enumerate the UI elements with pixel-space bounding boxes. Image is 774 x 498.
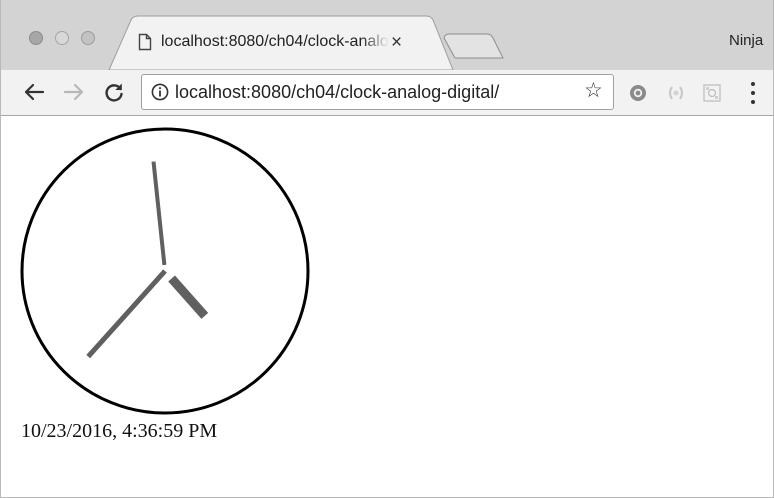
reload-button[interactable] [101,79,127,105]
digital-time: 10/23/2016, 4:36:59 PM [21,420,218,442]
back-button[interactable] [21,79,47,105]
reload-icon [105,83,123,102]
info-icon[interactable] [151,83,169,101]
address-text[interactable]: localhost:8080/ch04/clock-analog-digital… [175,82,499,103]
extension-icon [703,84,721,102]
extension-3[interactable] [701,82,723,104]
browser-window: localhost:8080/ch04/clock-analog-digital… [0,0,774,498]
address-bar[interactable]: localhost:8080/ch04/clock-analog-digital… [141,74,614,110]
extension-icon [669,86,683,100]
more-vertical-icon[interactable] [743,82,763,104]
tab[interactable]: localhost:8080/ch04/clock-analog-digital… [138,30,433,54]
toolbar: localhost:8080/ch04/clock-analog-digital… [1,70,773,116]
document-icon [138,33,152,51]
profile-name[interactable]: Ninja [729,32,763,49]
forward-button[interactable] [61,79,87,105]
new-tab-button[interactable] [443,33,504,59]
analog-clock [20,127,310,415]
tab-title: localhost:8080/ch04/clock-analog-digital… [161,33,389,50]
extension-icon [630,85,646,101]
tab-close-icon[interactable]: × [391,33,402,52]
star-icon[interactable]: ☆ [584,80,603,101]
tab-strip: localhost:8080/ch04/clock-analog-digital… [1,0,773,70]
arrow-right-icon [63,83,84,101]
extension-2[interactable] [665,82,687,104]
extension-1[interactable] [627,82,649,104]
page-content: 10/23/2016, 4:36:59 PM [1,116,773,497]
arrow-left-icon [24,83,45,101]
